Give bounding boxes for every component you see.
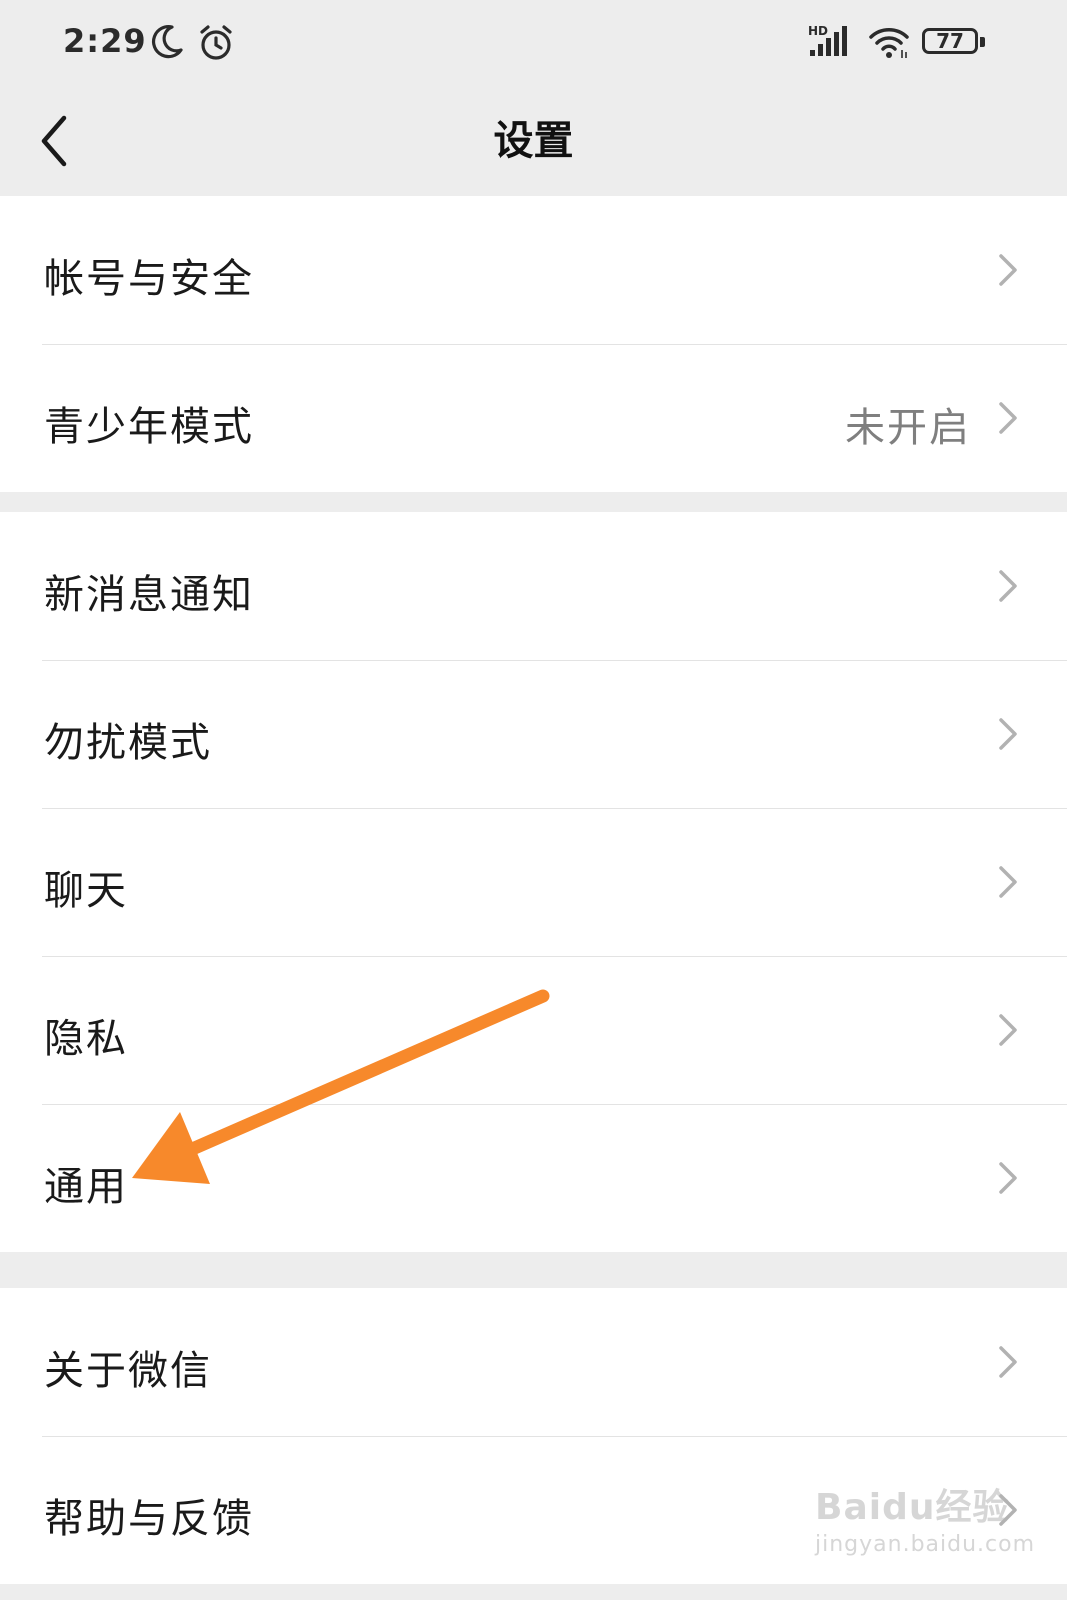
settings-item-label: 帐号与安全 [44,256,254,302]
alarm-icon [200,25,232,60]
chevron-right-icon [999,254,1017,286]
status-bar: 2:29 HD 77 [0,0,1067,88]
settings-item-label: 青少年模式 [44,404,254,450]
settings-item-label: 关于微信 [44,1348,212,1394]
settings-item-label: 新消息通知 [44,572,254,618]
settings-item-do-not-disturb[interactable]: 勿扰模式 [0,660,1067,808]
battery-icon: 77 [922,28,985,58]
settings-item-privacy[interactable]: 隐私 [0,956,1067,1104]
settings-item-teen-mode[interactable]: 青少年模式 未开启 [0,344,1067,492]
settings-item-label: 聊天 [44,868,128,914]
status-time: 2:29 [63,22,147,60]
settings-group-general: 新消息通知 勿扰模式 聊天 隐私 通用 [0,512,1067,1252]
chevron-right-icon [999,1162,1017,1194]
page-title: 设置 [493,118,574,164]
settings-group-account: 帐号与安全 青少年模式 未开启 [0,196,1067,492]
chevron-right-icon [999,1346,1017,1378]
network-type-label: HD [808,24,828,38]
nav-bar: 设置 [0,88,1067,196]
settings-item-label: 通用 [44,1164,128,1210]
settings-item-account-security[interactable]: 帐号与安全 [0,196,1067,344]
wifi-icon [869,28,909,58]
settings-item-label: 勿扰模式 [44,720,212,766]
watermark-main: Baidu经验 [815,1487,1010,1528]
moon-icon [152,25,183,59]
settings-item-chat[interactable]: 聊天 [0,808,1067,956]
chevron-right-icon [999,1014,1017,1046]
chevron-right-icon [999,718,1017,750]
chevron-right-icon [999,570,1017,602]
settings-item-about-wechat[interactable]: 关于微信 [0,1288,1067,1436]
baidu-watermark: Baidu经验 jingyan.baidu.com [815,1478,1035,1557]
settings-item-new-message-notification[interactable]: 新消息通知 [0,512,1067,660]
chevron-right-icon [999,866,1017,898]
settings-item-label: 帮助与反馈 [44,1496,254,1542]
signal-icon: HD [808,24,850,64]
settings-item-general[interactable]: 通用 [0,1104,1067,1252]
settings-item-value: 未开启 [845,405,971,451]
settings-item-label: 隐私 [44,1016,128,1062]
chevron-right-icon [999,402,1017,434]
watermark-sub: jingyan.baidu.com [815,1532,1036,1557]
battery-level: 77 [936,29,964,53]
